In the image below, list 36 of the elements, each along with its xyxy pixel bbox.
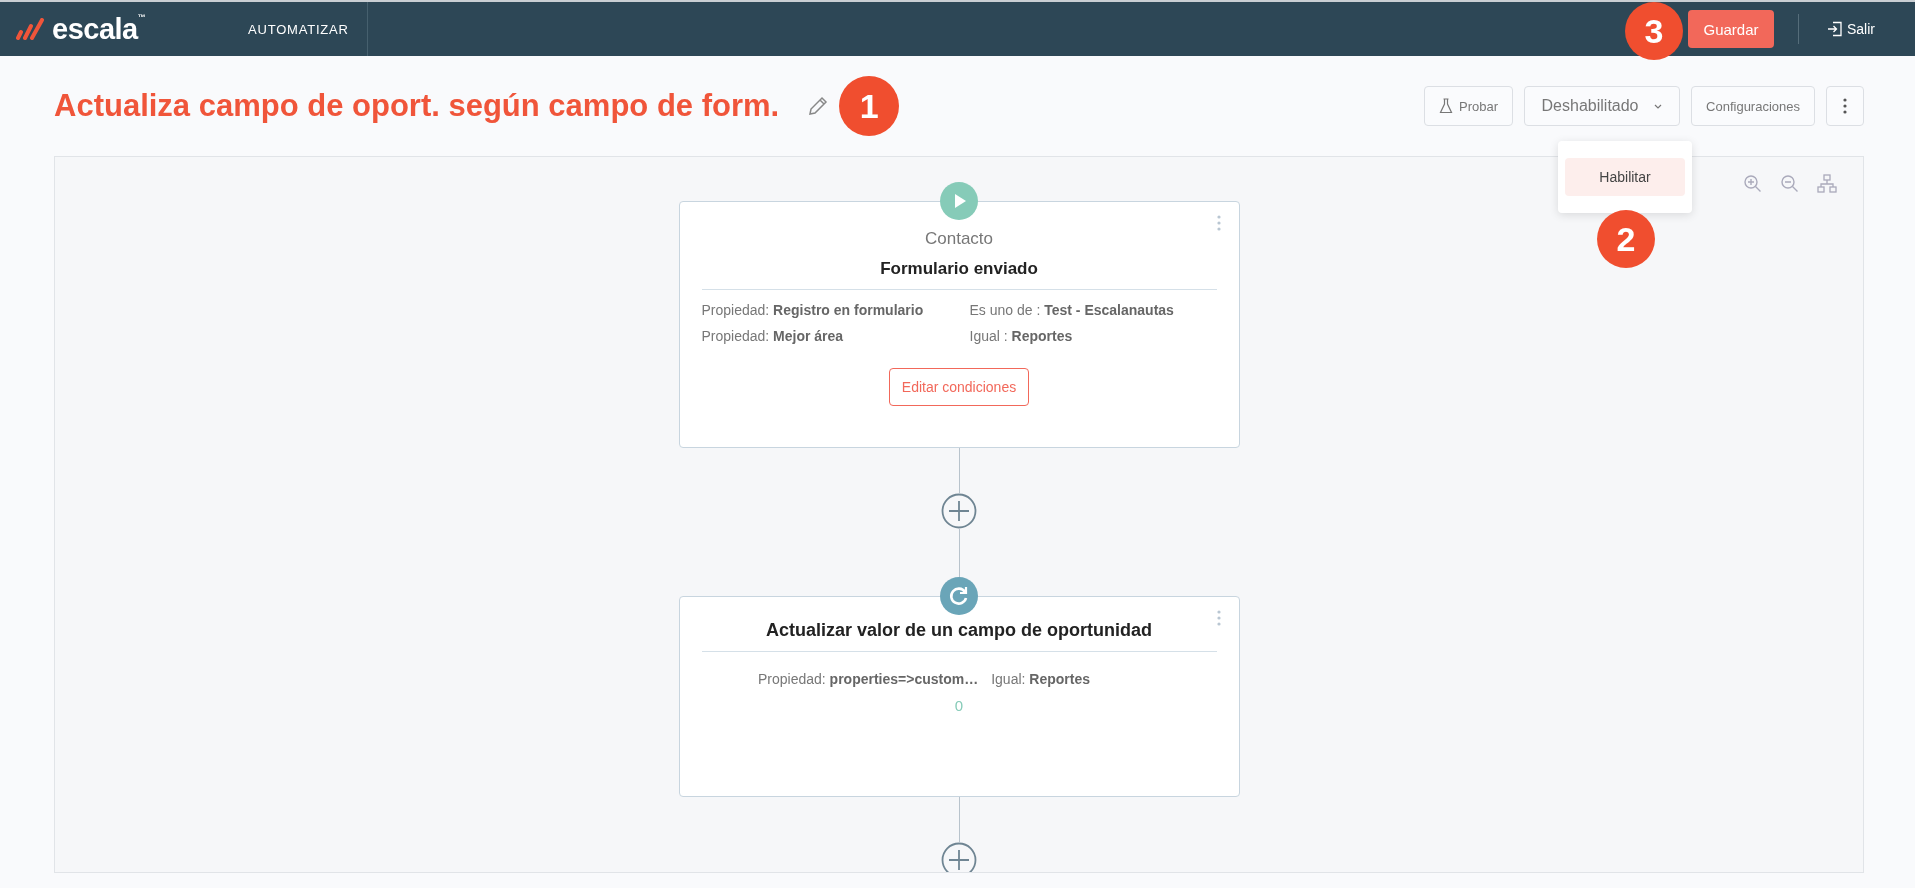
condition-text: Es uno de : Test - Escalanautas <box>969 302 1175 318</box>
edit-icon[interactable] <box>807 95 830 117</box>
logo-wordmark: escala$^{™}$ <box>52 12 146 46</box>
annotation-marker: 1 <box>839 76 900 136</box>
node-category: Contacto <box>923 229 994 249</box>
nav-item[interactable]: AUTOMATIZAR <box>230 2 368 56</box>
more-icon[interactable] <box>1216 214 1221 232</box>
settings-button[interactable]: Configuraciones <box>1691 86 1815 126</box>
more-icon <box>1843 97 1847 115</box>
value-text: 0 <box>953 697 965 714</box>
page-title: Actualiza campo de oport. según campo de form. <box>54 88 780 124</box>
logo-icon <box>16 18 46 40</box>
zoom-in-icon[interactable] <box>1743 174 1763 194</box>
add-step-icon[interactable] <box>941 493 977 529</box>
menu-item[interactable]: Habilitar <box>1565 158 1686 196</box>
zoom-out-icon[interactable] <box>1780 174 1800 194</box>
logout-button[interactable]: Salir <box>1821 20 1881 38</box>
node-title: Formulario enviado <box>879 259 1039 279</box>
node-title: Actualizar valor de un campo de oportunidad <box>764 620 1154 641</box>
add-step-icon[interactable] <box>941 842 977 872</box>
condition-text: Propiedad: properties=>custom… <box>757 671 979 687</box>
test-button[interactable]: Probar <box>1424 86 1514 126</box>
edit-conditions-button[interactable]: Editar condiciones <box>888 368 1030 406</box>
logout-icon <box>1827 21 1843 37</box>
condition-text: Igual: Reportes <box>991 671 1090 687</box>
condition-text: Propiedad: Registro en formulario <box>701 302 925 318</box>
chevron-icon <box>1652 102 1663 110</box>
flask-icon <box>1439 98 1453 114</box>
annotation-marker: 3 <box>1625 2 1683 60</box>
condition-text: Igual : Reportes <box>969 328 1074 344</box>
status-dropdown[interactable]: Deshabilitado <box>1524 86 1681 126</box>
hierarchy-icon[interactable] <box>1817 174 1837 194</box>
condition-text: Propiedad: Mejor área <box>701 328 845 344</box>
more-button[interactable] <box>1826 86 1864 126</box>
more-icon[interactable] <box>1216 609 1221 627</box>
save-button[interactable]: Guardar <box>1688 10 1774 48</box>
